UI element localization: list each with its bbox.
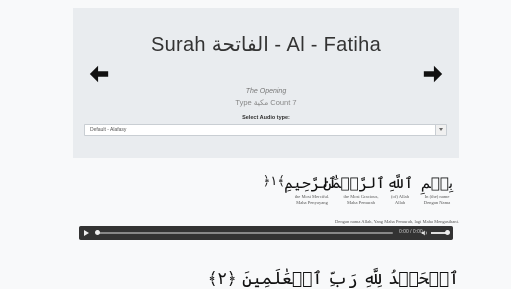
- verse-word: ٱلرَّحۡمَٰنِ the Most Gracious, Maha Pem…: [323, 172, 385, 206]
- volume-handle[interactable]: [445, 230, 450, 235]
- audio-progress-bar[interactable]: [95, 230, 393, 235]
- word-arabic: بِسۡمِ: [420, 174, 454, 192]
- play-icon[interactable]: [84, 230, 89, 236]
- word-indonesian: Dengan Nama: [423, 200, 451, 205]
- surah-header-card: Surah الفاتحة - Al - Fatiha The Opening …: [73, 8, 459, 158]
- audio-player[interactable]: 0:00 / 0:00: [79, 226, 453, 240]
- word-indonesian: Maha Pemurah: [347, 200, 375, 205]
- word-arabic: ٱلرَّحِيمِ: [284, 174, 337, 192]
- word-arabic: ٱللَّهِ: [386, 174, 414, 192]
- ayah-number-marker: ﴿١﴾: [262, 174, 285, 189]
- audio-type-selected-value: Default - Alafasy: [90, 127, 127, 133]
- volume-icon[interactable]: [421, 229, 428, 237]
- audio-type-select[interactable]: Default - Alafasy: [84, 124, 447, 136]
- next-surah-arrow-icon[interactable]: [422, 63, 444, 85]
- surah-title: Surah الفاتحة - Al - Fatiha: [150, 34, 381, 56]
- audio-type-label: Select Audio type:: [242, 115, 290, 121]
- audio-progress-handle[interactable]: [95, 230, 100, 235]
- volume-slider[interactable]: [431, 230, 450, 235]
- verse-word: بِسۡمِ In (the) name Dengan Nama: [415, 172, 459, 206]
- verse-word: ٱللَّهِ (of) Allah Allah: [385, 172, 415, 206]
- chevron-down-icon[interactable]: [435, 125, 446, 135]
- verse-1-translation: Dengan nama Allah, Yang Maha Pemurah, la…: [334, 219, 459, 224]
- surah-english-meaning: The Opening: [245, 88, 287, 95]
- word-arabic: ٱلرَّحۡمَٰنِ: [323, 174, 385, 192]
- word-indonesian: Allah: [394, 200, 406, 205]
- word-indonesian: Maha Penyayang: [296, 200, 328, 205]
- verse-word: ٱلرَّحِيمِ the Most Merciful. Maha Penya…: [284, 172, 337, 206]
- verse-2-arabic: ٱلۡحَمۡدُ لِلَّهِ رَبِّ ٱلۡعَٰلَمِينَ ﴿٢…: [207, 269, 459, 289]
- previous-surah-arrow-icon[interactable]: [88, 63, 110, 85]
- surah-meta: Type مكية Count 7: [235, 98, 297, 107]
- audio-time: 0:00 / 0:00: [399, 229, 423, 235]
